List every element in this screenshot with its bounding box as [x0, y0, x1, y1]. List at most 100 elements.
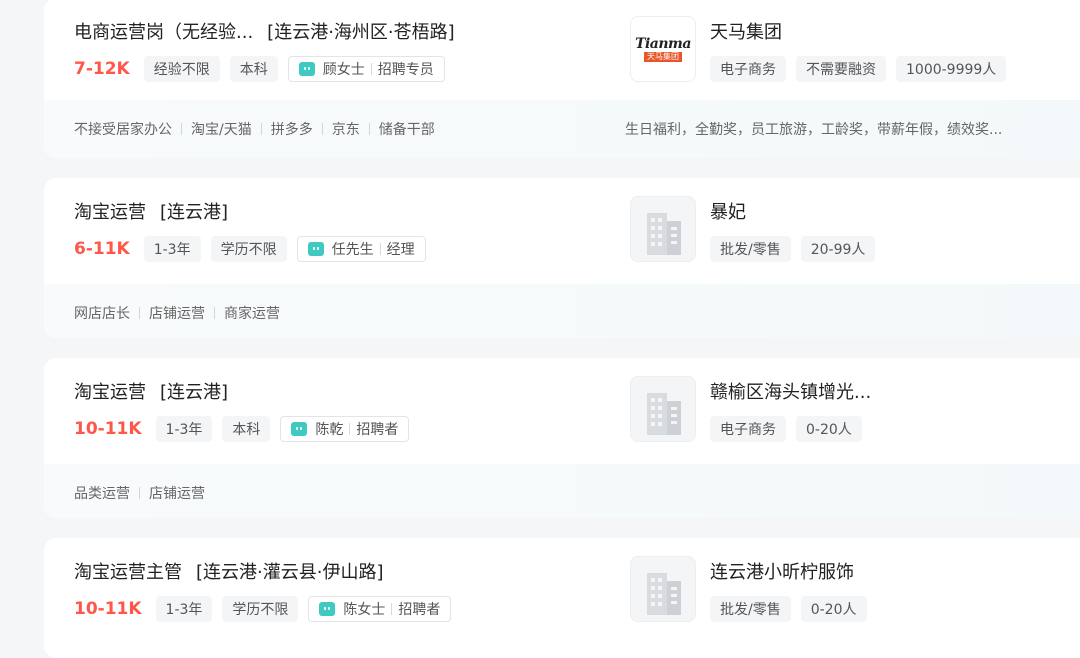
recruiter-name: 任先生	[331, 242, 374, 258]
job-card-top[interactable]: 淘宝运营 [连云港] 6-11K 1-3年 学历不限 任先生 经理 暴妃 批发/…	[44, 178, 1080, 284]
chat-icon	[307, 242, 324, 256]
experience-tag: 经验不限	[143, 56, 220, 82]
recruiter-chip[interactable]: 陈乾 招聘者	[280, 416, 410, 442]
company-name[interactable]: 天马集团	[710, 18, 782, 44]
job-info-row: 6-11K 1-3年 学历不限 任先生 经理	[74, 236, 426, 262]
skill-tag: 网店店长	[74, 306, 130, 322]
recruiter-name: 陈乾	[315, 422, 344, 438]
divider	[370, 63, 372, 75]
job-card-top[interactable]: 电商运营岗（无经验... [连云港·海州区·苍梧路] 7-12K 经验不限 本科…	[44, 0, 1080, 100]
job-card-top[interactable]: 淘宝运营 [连云港] 10-11K 1-3年 本科 陈乾 招聘者 赣榆区海头镇增…	[44, 358, 1080, 464]
job-title[interactable]: 淘宝运营主管	[74, 558, 182, 584]
industry-tag: 电子商务	[710, 56, 786, 82]
job-title[interactable]: 淘宝运营	[74, 378, 146, 404]
degree-tag: 本科	[222, 416, 271, 442]
company-tags: 批发/零售 0-20人	[710, 596, 877, 622]
company-tags: 电子商务 0-20人	[710, 416, 872, 442]
industry-tag: 电子商务	[710, 416, 786, 442]
funding-tag: 不需要融资	[796, 56, 886, 82]
job-list: 电商运营岗（无经验... [连云港·海州区·苍梧路] 7-12K 经验不限 本科…	[44, 0, 1080, 658]
job-title-row[interactable]: 电商运营岗（无经验... [连云港·海州区·苍梧路]	[74, 16, 455, 46]
job-card[interactable]: 电商运营岗（无经验... [连云港·海州区·苍梧路] 7-12K 经验不限 本科…	[44, 0, 1080, 158]
skill-tags: 品类运营 店铺运营	[74, 464, 205, 518]
divider	[391, 603, 393, 615]
skill-tag: 不接受居家办公	[74, 122, 172, 138]
company-name[interactable]: 连云港小昕柠服饰	[710, 558, 854, 584]
divider	[181, 123, 182, 135]
recruiter-chip[interactable]: 任先生 经理	[296, 236, 426, 262]
salary: 6-11K	[74, 239, 130, 259]
company-tags: 电子商务 不需要融资 1000-9999人	[710, 56, 1016, 82]
chat-icon	[291, 422, 308, 436]
recruiter-name: 顾女士	[322, 62, 365, 78]
degree-tag: 学历不限	[210, 236, 287, 262]
company-name[interactable]: 暴妃	[710, 198, 746, 224]
size-tag: 0-20人	[796, 416, 862, 442]
job-area: [连云港]	[160, 382, 229, 403]
building-icon	[647, 573, 681, 615]
recruiter-name: 陈女士	[343, 602, 386, 618]
job-title-row[interactable]: 淘宝运营 [连云港]	[74, 196, 228, 226]
job-info-row: 10-11K 1-3年 本科 陈乾 招聘者	[74, 416, 410, 442]
divider	[349, 423, 351, 435]
company-tags: 批发/零售 20-99人	[710, 236, 885, 262]
company-name[interactable]: 赣榆区海头镇增光...	[710, 378, 871, 404]
skill-tags: 网店店长 店铺运营 商家运营	[74, 284, 280, 338]
divider	[139, 307, 140, 319]
divider	[368, 123, 370, 135]
job-title-row[interactable]: 淘宝运营主管 [连云港·灌云县·伊山路]	[74, 556, 384, 586]
recruiter-role: 经理	[386, 242, 415, 258]
job-title[interactable]: 电商运营岗（无经验...	[74, 18, 253, 44]
skill-tags: 不接受居家办公 淘宝/天猫 拼多多 京东 储备干部	[74, 100, 435, 158]
company-logo[interactable]	[630, 376, 696, 442]
recruiter-chip[interactable]: 陈女士 招聘者	[308, 596, 452, 622]
industry-tag: 批发/零售	[710, 236, 791, 262]
company-logo[interactable]	[630, 556, 696, 622]
recruiter-role: 招聘者	[356, 422, 399, 438]
job-card-footer: 品类运营 店铺运营	[44, 464, 1080, 518]
experience-tag: 1-3年	[155, 416, 213, 442]
job-card-top[interactable]: 淘宝运营主管 [连云港·灌云县·伊山路] 10-11K 1-3年 学历不限 陈女…	[44, 538, 1080, 640]
job-card[interactable]: 淘宝运营主管 [连云港·灌云县·伊山路] 10-11K 1-3年 学历不限 陈女…	[44, 538, 1080, 658]
job-area: [连云港]	[160, 202, 229, 223]
skill-tag: 淘宝/天猫	[191, 122, 252, 138]
degree-tag: 本科	[229, 56, 278, 82]
job-card[interactable]: 淘宝运营 [连云港] 10-11K 1-3年 本科 陈乾 招聘者 赣榆区海头镇增…	[44, 358, 1080, 518]
company-logo[interactable]	[630, 196, 696, 262]
skill-tag: 商家运营	[224, 306, 280, 322]
job-title[interactable]: 淘宝运营	[74, 198, 146, 224]
job-title-row[interactable]: 淘宝运营 [连云港]	[74, 376, 228, 406]
industry-tag: 批发/零售	[710, 596, 791, 622]
divider	[260, 123, 262, 135]
skill-tag: 储备干部	[378, 122, 435, 138]
recruiter-chip[interactable]: 顾女士 招聘专员	[287, 56, 445, 82]
job-info-row: 10-11K 1-3年 学历不限 陈女士 招聘者	[74, 596, 452, 622]
divider	[321, 123, 323, 135]
job-card-footer: 不接受居家办公 淘宝/天猫 拼多多 京东 储备干部 生日福利，全勤奖，员工旅游，…	[44, 100, 1080, 158]
experience-tag: 1-3年	[143, 236, 201, 262]
size-tag: 0-20人	[800, 596, 867, 622]
benefits: 生日福利，全勤奖，员工旅游，工龄奖，带薪年假，绩效奖...	[625, 122, 1003, 138]
divider	[214, 307, 215, 319]
salary: 7-12K	[74, 59, 130, 79]
size-tag: 1000-9999人	[896, 56, 1007, 82]
building-icon	[647, 213, 681, 255]
size-tag: 20-99人	[800, 236, 876, 262]
divider	[379, 243, 381, 255]
building-icon	[647, 393, 681, 435]
tianma-logo-cn: 天马集团	[644, 51, 682, 62]
tianma-logo-text: Tianma	[635, 35, 691, 52]
job-area: [连云港·海州区·苍梧路]	[267, 22, 455, 43]
job-card[interactable]: 淘宝运营 [连云港] 6-11K 1-3年 学历不限 任先生 经理 暴妃 批发/…	[44, 178, 1080, 338]
skill-tag: 店铺运营	[149, 486, 205, 502]
job-info-row: 7-12K 经验不限 本科 顾女士 招聘专员	[74, 56, 445, 82]
chat-icon	[319, 602, 336, 616]
company-logo[interactable]: Tianma 天马集团	[630, 16, 696, 82]
skill-tag: 品类运营	[74, 486, 130, 502]
divider	[139, 487, 140, 499]
salary: 10-11K	[74, 599, 142, 619]
skill-tag: 拼多多	[270, 122, 313, 138]
skill-tag: 京东	[331, 122, 360, 138]
recruiter-role: 招聘专员	[377, 62, 434, 78]
degree-tag: 学历不限	[222, 596, 299, 622]
